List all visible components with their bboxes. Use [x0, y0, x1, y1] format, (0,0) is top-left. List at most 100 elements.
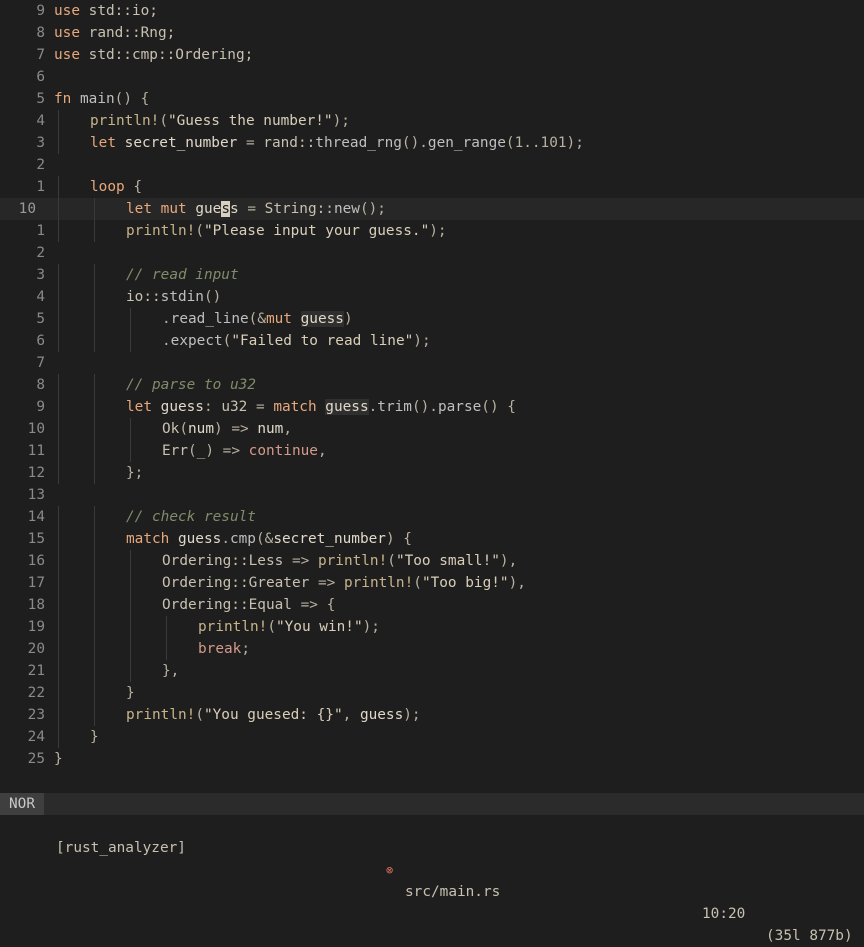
code-line[interactable]: 17 Ordering::Greater => println!("Too big…	[0, 572, 864, 594]
code-token: Err	[162, 443, 188, 459]
code-line[interactable]: 10 Ok(num) => num,	[0, 418, 864, 440]
code-text: use rand::Rng;	[54, 22, 175, 44]
code-text: match guess.cmp(&secret_number) {	[126, 528, 412, 550]
code-line[interactable]: 13	[0, 484, 864, 506]
line-number: 5	[36, 91, 45, 107]
code-token: (	[195, 707, 204, 723]
indent-guide	[94, 198, 95, 220]
code-line[interactable]: 4 println!("Guess the number!");	[0, 110, 864, 132]
code-token: println!	[126, 223, 196, 239]
code-line[interactable]: 2	[0, 242, 864, 264]
code-token: );	[429, 223, 447, 239]
indent-guide	[58, 374, 59, 396]
editor-pane[interactable]: 9 use std::io; 8 use rand::Rng; 7 use std::cm…	[0, 0, 864, 770]
code-token: println!	[90, 113, 160, 129]
code-token: trim	[377, 399, 412, 415]
indent-guide	[94, 660, 95, 682]
indent-guide	[94, 594, 95, 616]
code-token: ,	[342, 707, 360, 723]
indent-guide	[94, 638, 95, 660]
code-token: );	[362, 619, 380, 635]
code-line[interactable]: 8 // parse to u32	[0, 374, 864, 396]
code-line[interactable]: 1 println!("Please input your guess.");	[0, 220, 864, 242]
line-number: 4	[36, 113, 45, 129]
indent-guide	[130, 440, 131, 462]
code-line[interactable]: 3 let secret_number = rand::thread_rng().…	[0, 132, 864, 154]
code-line[interactable]: 9 let guess: u32 = match guess.trim().par…	[0, 396, 864, 418]
code-text: let guess: u32 = match guess.trim().pars…	[126, 396, 516, 418]
code-text: loop {	[90, 176, 142, 198]
code-token: )	[343, 311, 353, 327]
current-code-line[interactable]: 10 let mut guess = String::new();	[0, 198, 864, 220]
code-token: (	[159, 113, 168, 129]
indent-guide	[130, 616, 131, 638]
code-text: Ok(num) => num,	[162, 418, 292, 440]
code-token: => {	[291, 597, 336, 613]
code-token: let	[126, 201, 161, 217]
line-number: 24	[27, 729, 45, 745]
code-token: s	[229, 201, 239, 217]
line-number: 21	[27, 663, 45, 679]
code-line[interactable]: 7 use std::cmp::Ordering;	[0, 44, 864, 66]
indent-guide	[58, 572, 59, 594]
line-number: 13	[27, 487, 45, 503]
code-line[interactable]: 6	[0, 66, 864, 88]
code-token: ;	[241, 641, 250, 657]
code-token: (	[179, 421, 188, 437]
code-line[interactable]: 22}	[0, 682, 864, 704]
code-line[interactable]: 9 use std::io;	[0, 0, 864, 22]
indent-guide	[58, 198, 59, 220]
code-token: "Too big!"	[421, 575, 509, 591]
line-number: 5	[36, 311, 45, 327]
code-token: main	[80, 91, 115, 107]
code-line[interactable]: 16 Ordering::Less => println!("Too small!…	[0, 550, 864, 572]
code-token: io::	[126, 289, 161, 305]
indent-guide	[94, 308, 95, 330]
code-line[interactable]: 7	[0, 352, 864, 374]
line-number: 6	[36, 69, 45, 85]
code-line[interactable]: 1 loop {	[0, 176, 864, 198]
code-line[interactable]: 2	[0, 154, 864, 176]
code-token: }	[54, 751, 63, 767]
indent-guide	[130, 550, 131, 572]
code-line[interactable]: 4 io::stdin()	[0, 286, 864, 308]
code-line[interactable]: 12};	[0, 462, 864, 484]
code-line[interactable]: 19 println!("You win!");	[0, 616, 864, 638]
code-token: (_) =>	[188, 443, 249, 459]
code-line[interactable]: 23 println!("You guesed: {}", guess);	[0, 704, 864, 726]
code-line[interactable]: 18 Ordering::Equal => {	[0, 594, 864, 616]
code-token: "Failed to read line"	[231, 333, 414, 349]
code-token: "You win!"	[275, 619, 363, 635]
code-line[interactable]: 21},	[0, 660, 864, 682]
code-token: cmp	[229, 531, 256, 547]
code-line[interactable]: 11 Err(_) => continue,	[0, 440, 864, 462]
code-line[interactable]: 20 break;	[0, 638, 864, 660]
code-token: };	[126, 465, 144, 481]
code-line[interactable]: 3 // read input	[0, 264, 864, 286]
code-token: num	[188, 421, 214, 437]
code-line[interactable]: 8 use rand::Rng;	[0, 22, 864, 44]
code-token: expect	[170, 333, 223, 349]
line-number: 9	[36, 399, 45, 415]
indent-guide	[58, 176, 59, 198]
code-line[interactable]: 14 // check result	[0, 506, 864, 528]
code-text: Ordering::Equal => {	[162, 594, 335, 616]
cursor-position: 10:20	[702, 906, 746, 922]
indent-guide	[166, 638, 167, 660]
indent-guide	[58, 440, 59, 462]
indent-guide	[94, 506, 95, 528]
code-line[interactable]: 15 match guess.cmp(&secret_number) {	[0, 528, 864, 550]
code-token: println!	[343, 575, 414, 591]
code-line[interactable]: 25}	[0, 748, 864, 770]
code-line[interactable]: 6 .expect("Failed to read line");	[0, 330, 864, 352]
indent-guide	[58, 638, 59, 660]
code-text: let secret_number = rand::thread_rng().g…	[90, 132, 584, 154]
code-text: println!("Guess the number!");	[90, 110, 350, 132]
code-text: Ordering::Greater => println!("Too big!"…	[162, 572, 526, 594]
code-line[interactable]: 5 fn main() {	[0, 88, 864, 110]
code-line[interactable]: 24}	[0, 726, 864, 748]
code-text: .read_line(&mut guess)	[162, 308, 353, 330]
code-line[interactable]: 5 .read_line(&mut guess)	[0, 308, 864, 330]
line-number: 3	[36, 135, 45, 151]
mode-indicator: NOR	[0, 793, 44, 815]
